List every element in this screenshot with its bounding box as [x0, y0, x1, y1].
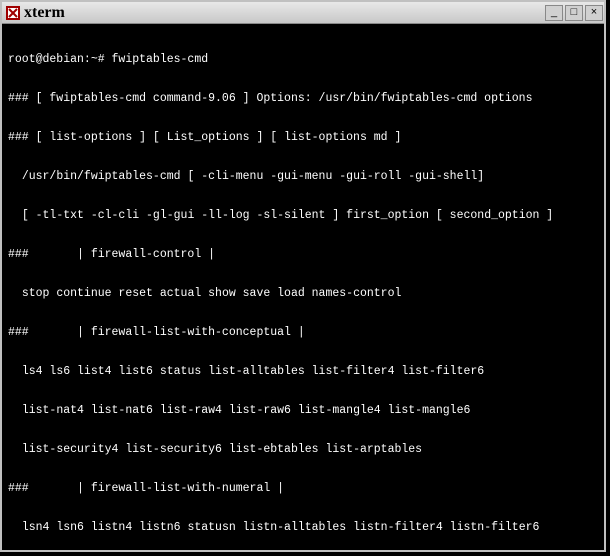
output-line: [ -tl-txt -cl-cli -gl-gui -ll-log -sl-si…	[8, 209, 598, 222]
output-line: ls4 ls6 list4 list6 status list-alltable…	[8, 365, 598, 378]
window-buttons: _ □ ×	[544, 4, 604, 22]
xterm-window: xterm _ □ × root@debian:~# fwiptables-cm…	[0, 0, 606, 552]
terminal-area[interactable]: root@debian:~# fwiptables-cmd ### [ fwip…	[2, 24, 604, 550]
output-line: stop continue reset actual show save loa…	[8, 287, 598, 300]
window-title: xterm	[24, 4, 65, 22]
maximize-button[interactable]: □	[565, 5, 583, 21]
output-line: ### | firewall-control |	[8, 248, 598, 261]
output-line: ### [ fwiptables-cmd command-9.06 ] Opti…	[8, 92, 598, 105]
output-line: lsn4 lsn6 listn4 listn6 statusn listn-al…	[8, 521, 598, 534]
output-line: list-nat4 list-nat6 list-raw4 list-raw6 …	[8, 404, 598, 417]
output-line: ### | firewall-list-with-conceptual |	[8, 326, 598, 339]
command-entered: root@debian:~# fwiptables-cmd	[8, 53, 208, 66]
app-icon	[6, 6, 20, 20]
output-line: ### | firewall-list-with-numeral |	[8, 482, 598, 495]
output-line: /usr/bin/fwiptables-cmd [ -cli-menu -gui…	[8, 170, 598, 183]
titlebar[interactable]: xterm _ □ ×	[2, 2, 604, 24]
prompt-line: root@debian:~# fwiptables-cmd	[8, 53, 598, 66]
output-line: ### [ list-options ] [ List_options ] [ …	[8, 131, 598, 144]
close-button[interactable]: ×	[585, 5, 603, 21]
minimize-button[interactable]: _	[545, 5, 563, 21]
output-line: list-security4 list-security6 list-ebtab…	[8, 443, 598, 456]
